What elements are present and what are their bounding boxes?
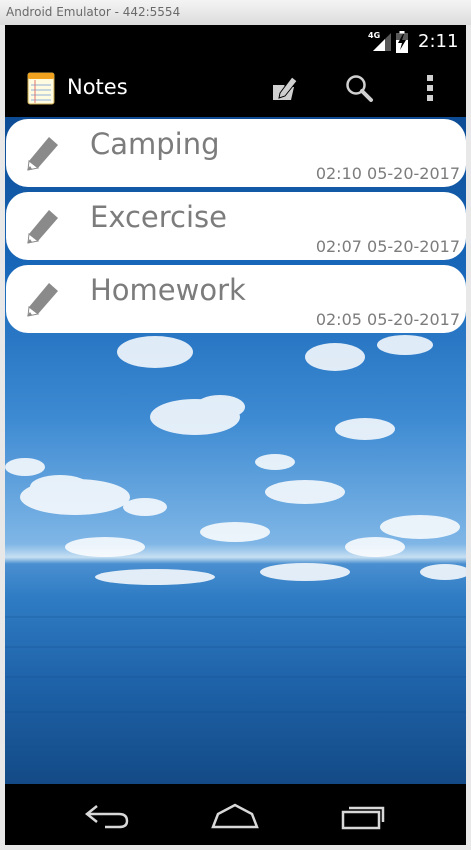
pencil-icon — [27, 210, 58, 244]
device-screen: 4G 2:11 Notes Camping 02:10 05-20-2017 E… — [5, 25, 466, 845]
navigation-bar — [5, 784, 466, 845]
home-button[interactable] — [205, 796, 265, 836]
new-note-icon — [273, 76, 298, 100]
note-title: Homework — [90, 273, 246, 307]
recent-apps-button[interactable] — [333, 796, 393, 836]
overflow-menu-icon — [427, 75, 433, 101]
back-icon — [84, 805, 129, 829]
list-item[interactable]: Excercise 02:07 05-20-2017 — [6, 192, 466, 260]
notes-content-area: Camping 02:10 05-20-2017 Excercise 02:07… — [5, 117, 466, 784]
recent-apps-icon — [341, 806, 385, 830]
search-button[interactable] — [339, 69, 379, 107]
list-item[interactable]: Homework 02:05 05-20-2017 — [6, 265, 466, 333]
note-timestamp: 02:10 05-20-2017 — [315, 164, 460, 183]
note-timestamp: 02:07 05-20-2017 — [315, 237, 460, 256]
note-title: Camping — [90, 127, 220, 161]
status-bar: 4G 2:11 — [5, 25, 466, 59]
note-title: Excercise — [90, 200, 227, 234]
home-icon — [211, 803, 259, 829]
back-button[interactable] — [77, 796, 137, 836]
pencil-icon — [27, 137, 58, 171]
note-timestamp: 02:05 05-20-2017 — [315, 310, 460, 329]
signal-icon — [373, 33, 391, 51]
clock: 2:11 — [418, 31, 459, 52]
search-icon — [346, 75, 373, 102]
notepad-app-icon[interactable] — [27, 71, 55, 105]
overflow-menu-button[interactable] — [410, 69, 450, 107]
app-title: Notes — [67, 75, 128, 99]
action-bar: Notes — [5, 59, 466, 117]
emulator-window-title: Android Emulator - 442:5554 — [0, 0, 471, 25]
list-item[interactable]: Camping 02:10 05-20-2017 — [6, 119, 466, 187]
pencil-icon — [27, 283, 58, 317]
battery-icon — [396, 31, 408, 53]
new-note-button[interactable] — [265, 69, 305, 107]
